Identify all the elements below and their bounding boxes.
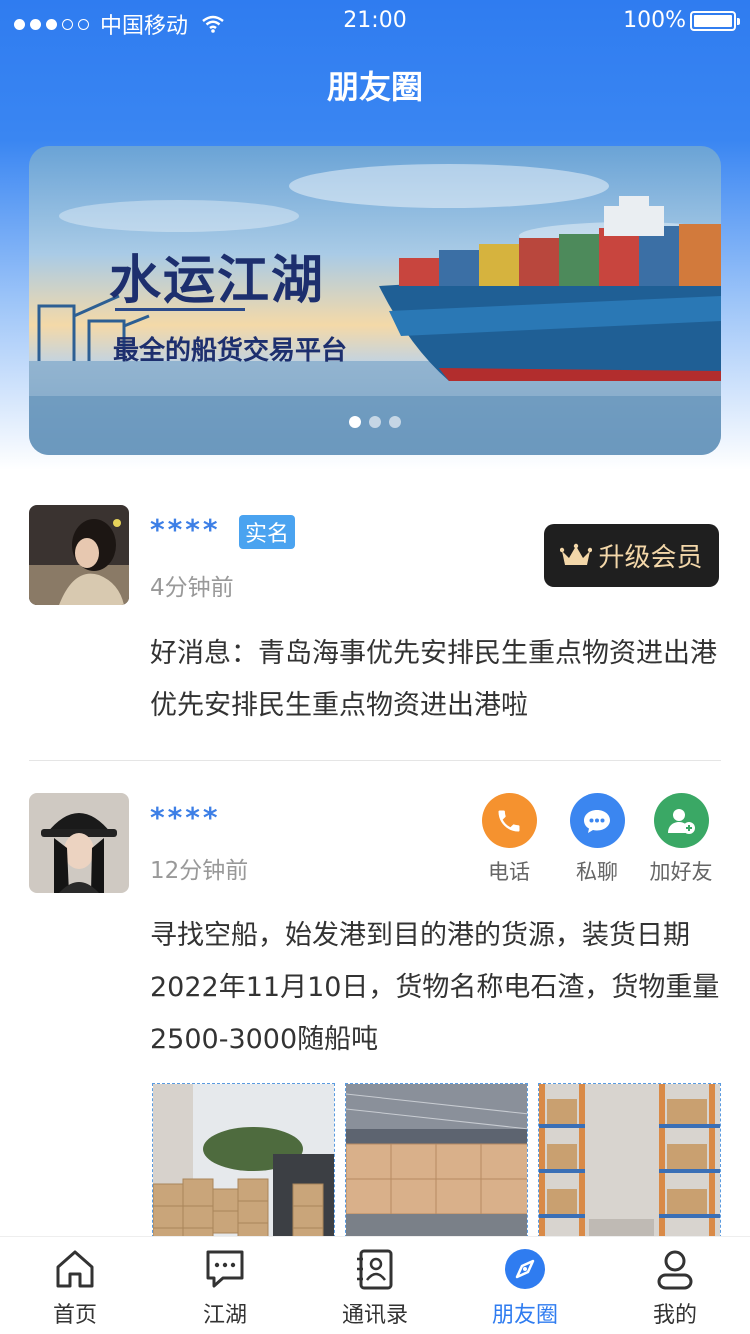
home-icon — [56, 1250, 94, 1288]
banner-subtitle: 最全的船货交易平台 — [113, 336, 348, 366]
tab-label: 通讯录 — [341, 1303, 408, 1328]
post-images — [152, 1083, 721, 1243]
tab-profile[interactable]: 我的 — [600, 1237, 750, 1334]
add-friend-action[interactable]: 加好友 — [641, 793, 721, 886]
page-title: 朋友圈 — [326, 68, 423, 106]
post-image[interactable] — [538, 1083, 721, 1243]
tab-label: 朋友圈 — [491, 1303, 558, 1328]
call-label: 电话 — [488, 860, 530, 884]
post-image[interactable] — [345, 1083, 528, 1243]
banner-divider — [115, 308, 245, 311]
post-author-name[interactable]: **** — [150, 801, 221, 834]
carousel-dot[interactable] — [349, 416, 361, 428]
post-author-name[interactable]: **** — [150, 513, 221, 546]
tab-bar: 首页 江湖 通讯录 朋友圈 我的 — [0, 1236, 750, 1334]
avatar[interactable] — [29, 505, 129, 605]
post-divider — [29, 760, 721, 761]
post-content: 寻找空船，始发港到目的港的货源，装货日期2022年11月10日，货物名称电石渣，… — [150, 920, 720, 1055]
call-action[interactable]: 电话 — [469, 793, 549, 886]
upgrade-vip-button[interactable]: 升级会员 — [544, 524, 719, 587]
crown-icon — [560, 543, 593, 565]
private-chat-action[interactable]: 私聊 — [557, 793, 637, 886]
banner-carousel[interactable]: 水运江湖 最全的船货交易平台 — [29, 146, 721, 455]
post-content: 好消息：青岛海事优先安排民生重点物资进出港优先安排民生重点物资进出港啦 — [150, 638, 717, 721]
battery-percent: 100% — [623, 8, 686, 33]
upgrade-vip-label: 升级会员 — [598, 543, 703, 573]
battery-indicator: 100% — [623, 8, 740, 33]
carousel-dot[interactable] — [389, 416, 401, 428]
banner-title: 水运江湖 — [109, 251, 326, 311]
post-time: 4分钟前 — [150, 575, 234, 601]
chat-icon — [584, 809, 610, 833]
status-bar: 中国移动 21:00 100% — [0, 0, 750, 42]
add-friend-icon — [668, 808, 695, 834]
tab-contacts[interactable]: 通讯录 — [300, 1237, 450, 1334]
private-chat-label: 私聊 — [576, 860, 618, 884]
tab-jianghu[interactable]: 江湖 — [150, 1237, 300, 1334]
post-time: 12分钟前 — [150, 858, 249, 884]
add-friend-label: 加好友 — [649, 860, 713, 884]
tab-label: 首页 — [52, 1303, 97, 1328]
feed-post: **** 实名 4分钟前 升级会员 好消息：青岛海事优先安排民生重点物资进出港优… — [29, 505, 721, 745]
tab-home[interactable]: 首页 — [0, 1237, 150, 1334]
feed-post: **** 12分钟前 电话 私聊 加好友 寻找空船，始发港到目的港的货源，装货日… — [29, 793, 721, 1243]
phone-icon — [498, 810, 520, 831]
carousel-indicator — [29, 416, 721, 428]
post-image[interactable] — [152, 1083, 335, 1243]
message-icon — [206, 1250, 244, 1288]
tab-moments[interactable]: 朋友圈 — [450, 1237, 600, 1334]
contacts-icon — [357, 1249, 393, 1290]
carousel-dot[interactable] — [369, 416, 381, 428]
tab-label: 江湖 — [202, 1303, 247, 1328]
battery-icon — [690, 10, 740, 31]
verified-badge: 实名 — [239, 515, 296, 549]
tab-label: 我的 — [652, 1303, 697, 1328]
avatar[interactable] — [29, 793, 129, 893]
user-icon — [657, 1250, 693, 1290]
compass-icon — [505, 1249, 545, 1289]
